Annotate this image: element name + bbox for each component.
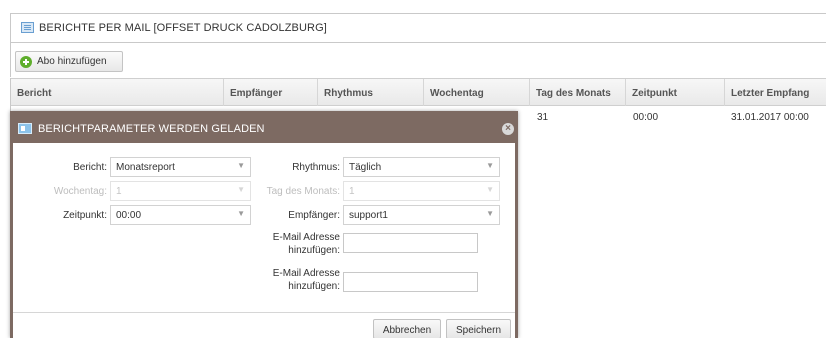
dialog-title-bar[interactable]: BERICHTPARAMETER WERDEN GELADEN × xyxy=(13,114,515,143)
wochentag-value: 1 xyxy=(116,186,122,197)
rhythmus-label: Rhythmus: xyxy=(292,162,340,173)
add-icon xyxy=(20,55,32,68)
mail-report-icon xyxy=(21,22,34,33)
cell-tag-des-monats: 31 xyxy=(537,112,549,123)
tag-des-monats-value: 1 xyxy=(349,186,355,197)
close-icon[interactable]: × xyxy=(502,123,514,135)
chevron-down-icon: ▼ xyxy=(237,161,245,170)
email-label-1-line2: hinzufügen: xyxy=(288,245,340,256)
empfaenger-value: support1 xyxy=(349,210,388,221)
empfaenger-select[interactable]: support1 ▼ xyxy=(343,205,500,225)
column-header-empfaenger[interactable]: Empfänger xyxy=(224,79,318,106)
cancel-button[interactable]: Abbrechen xyxy=(373,319,441,338)
dialog-footer-divider xyxy=(13,312,515,313)
panel-header: BERICHTE PER MAIL [OFFSET DRUCK CADOLZBU… xyxy=(10,13,826,43)
column-header-tag-des-monats[interactable]: Tag des Monats xyxy=(530,79,626,106)
column-header-bericht[interactable]: Bericht xyxy=(11,79,224,106)
bericht-value: Monatsreport xyxy=(116,162,175,173)
report-parameters-dialog: BERICHTPARAMETER WERDEN GELADEN × Berich… xyxy=(10,111,518,338)
email-label-1: E-Mail Adresse hinzufügen: xyxy=(249,231,340,257)
rhythmus-value: Täglich xyxy=(349,162,382,173)
dialog-report-icon xyxy=(18,123,32,134)
rhythmus-select[interactable]: Täglich ▼ xyxy=(343,157,500,177)
zeitpunkt-select[interactable]: 00:00 ▼ xyxy=(110,205,251,225)
column-header-letzter-empfang[interactable]: Letzter Empfang xyxy=(725,79,826,106)
email-label-2: E-Mail Adresse hinzufügen: xyxy=(249,267,340,293)
cell-letzter-empfang: 31.01.2017 00:00 xyxy=(731,112,809,123)
email-field-2[interactable] xyxy=(343,272,478,292)
wochentag-label: Wochentag: xyxy=(53,186,107,197)
panel-title: BERICHTE PER MAIL [OFFSET DRUCK CADOLZBU… xyxy=(39,22,327,34)
add-subscription-button[interactable]: Abo hinzufügen xyxy=(15,51,123,72)
email-label-2-line1: E-Mail Adresse xyxy=(272,268,340,279)
bericht-select[interactable]: Monatsreport ▼ xyxy=(110,157,251,177)
chevron-down-icon: ▼ xyxy=(237,185,245,194)
save-button[interactable]: Speichern xyxy=(446,319,511,338)
tag-des-monats-label: Tag des Monats: xyxy=(266,186,340,197)
email-label-2-line2: hinzufügen: xyxy=(288,281,340,292)
dialog-title: BERICHTPARAMETER WERDEN GELADEN xyxy=(38,123,265,135)
empfaenger-label: Empfänger: xyxy=(288,210,340,221)
add-subscription-label: Abo hinzufügen xyxy=(37,56,107,67)
column-header-wochentag[interactable]: Wochentag xyxy=(424,79,530,106)
chevron-down-icon: ▼ xyxy=(237,209,245,218)
cell-zeitpunkt: 00:00 xyxy=(633,112,659,123)
toolbar: Abo hinzufügen xyxy=(10,43,826,77)
chevron-down-icon: ▼ xyxy=(486,209,494,218)
bericht-label: Bericht: xyxy=(73,162,107,173)
column-header-rhythmus[interactable]: Rhythmus xyxy=(318,79,424,106)
grid-header: Bericht Empfänger Rhythmus Wochentag Tag… xyxy=(11,78,826,106)
zeitpunkt-label: Zeitpunkt: xyxy=(63,210,107,221)
chevron-down-icon: ▼ xyxy=(486,185,494,194)
email-label-1-line1: E-Mail Adresse xyxy=(272,232,340,243)
zeitpunkt-value: 00:00 xyxy=(116,210,142,221)
tag-des-monats-select: 1 ▼ xyxy=(343,181,500,201)
wochentag-select: 1 ▼ xyxy=(110,181,251,201)
chevron-down-icon: ▼ xyxy=(486,161,494,170)
column-header-zeitpunkt[interactable]: Zeitpunkt xyxy=(626,79,725,106)
email-field-1[interactable] xyxy=(343,233,478,253)
